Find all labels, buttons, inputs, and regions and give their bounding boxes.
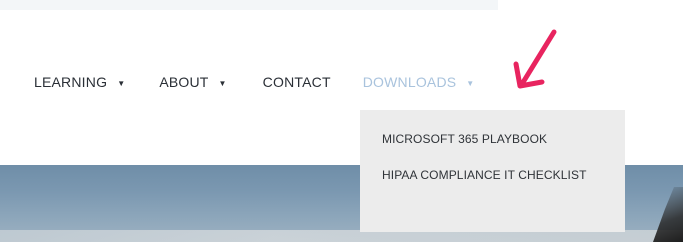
chevron-down-icon: ▼ (218, 78, 227, 88)
chevron-down-icon: ▼ (466, 78, 475, 88)
hero-image-dark-figure (653, 187, 683, 242)
top-background-strip (0, 0, 683, 10)
chevron-down-icon: ▼ (117, 78, 126, 88)
nav-item-contact-label: CONTACT (262, 74, 331, 90)
downloads-dropdown-menu: MICROSOFT 365 PLAYBOOK HIPAA COMPLIANCE … (360, 110, 625, 232)
nav-item-downloads-label: DOWNLOADS (362, 74, 457, 90)
nav-item-about[interactable]: ABOUT ▼ (159, 74, 226, 90)
nav-item-learning[interactable]: LEARNING ▼ (34, 74, 125, 90)
dropdown-item-hipaa-compliance-checklist[interactable]: HIPAA COMPLIANCE IT CHECKLIST (382, 168, 587, 182)
main-navigation: LEARNING ▼ ABOUT ▼ CONTACT DOWNLOADS ▼ (34, 72, 474, 92)
nav-item-learning-label: LEARNING (34, 74, 108, 90)
top-strip-white-section (498, 0, 683, 10)
dropdown-item-microsoft-365-playbook[interactable]: MICROSOFT 365 PLAYBOOK (382, 132, 547, 146)
nav-item-contact[interactable]: CONTACT (263, 74, 331, 90)
arrow-down-left-icon (513, 29, 557, 89)
nav-item-downloads[interactable]: DOWNLOADS ▼ (363, 74, 475, 90)
nav-item-about-label: ABOUT (159, 74, 209, 90)
